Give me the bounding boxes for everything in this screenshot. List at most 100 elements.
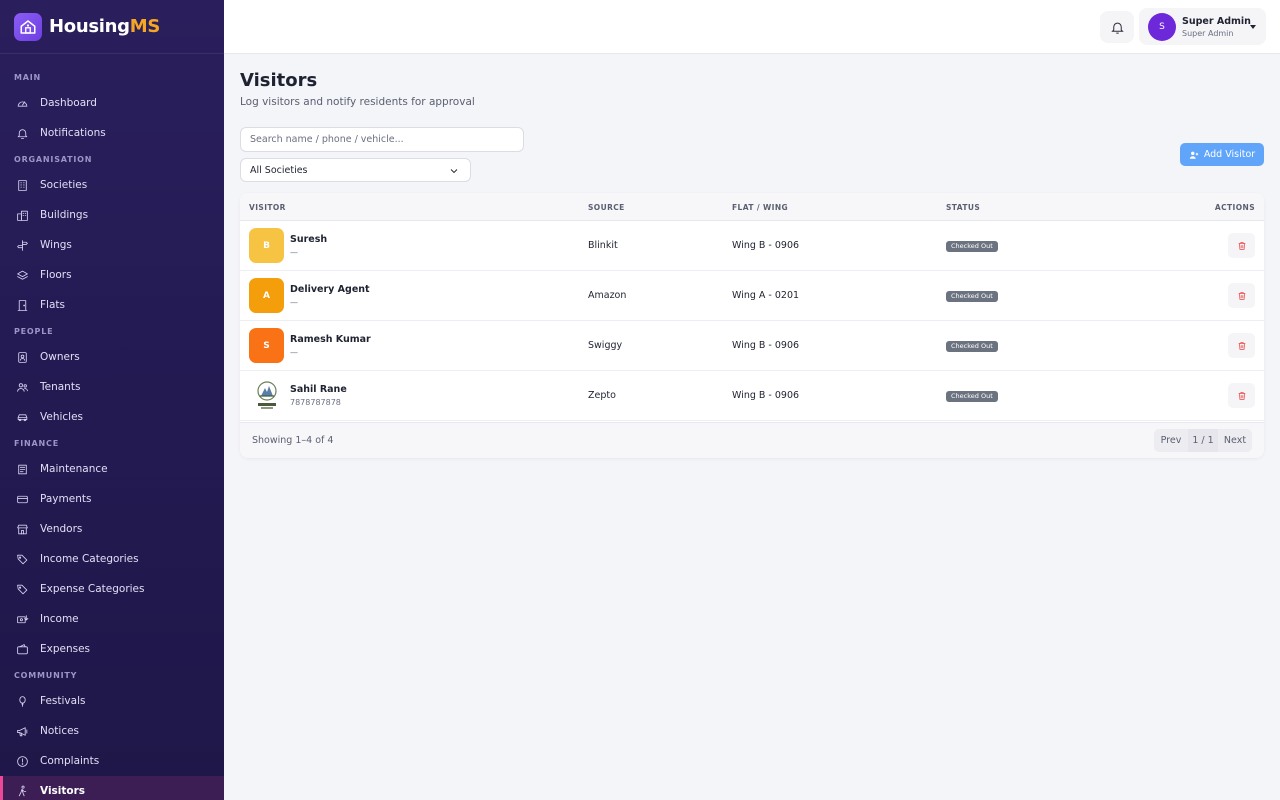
sidebar: HousingMS MAIN Dashboard Notifications O… [0,0,224,800]
sidebar-item-expense-categories[interactable]: Expense Categories [0,574,224,604]
brand-name: HousingMS [49,16,161,37]
delete-button[interactable] [1228,283,1255,308]
status-badge: Checked Out [946,241,998,252]
status-badge: Checked Out [946,391,998,402]
bell-icon [1110,22,1124,34]
column-header-flat: FLAT / WING [732,203,789,212]
column-header-source: SOURCE [588,203,625,212]
trash-icon [1238,241,1245,250]
sidebar-item-expenses[interactable]: Expenses [0,634,224,664]
column-header-status: STATUS [946,203,981,212]
sidebar-item-flats[interactable]: Flats [0,290,224,320]
table-row[interactable]: S Ramesh Kumar — Swiggy Wing B - 0906 Ch… [240,321,1264,371]
sidebar-item-label: Visitors [40,785,86,797]
table-row[interactable]: Sahil Rane 7878787878 Zepto Wing B - 090… [240,371,1264,421]
section-title-finance: FINANCE [14,439,59,448]
tags-icon [17,554,28,564]
visitor-avatar: S [249,328,284,363]
section-title-people: PEOPLE [14,327,54,336]
sidebar-item-payments[interactable]: Payments [0,484,224,514]
brand[interactable]: HousingMS [0,0,224,54]
sidebar-item-tenants[interactable]: Tenants [0,372,224,402]
next-page-button[interactable]: Next [1218,429,1252,452]
visitor-name: Ramesh Kumar [290,334,371,345]
sidebar-item-label: Societies [40,179,88,191]
sidebar-item-label: Floors [40,269,72,281]
balloon-icon [19,695,26,707]
sidebar-item-label: Income [40,613,79,625]
sidebar-item-label: Tenants [40,381,81,393]
society-filter-value: All Societies [250,164,308,176]
table-footer: Showing 1–4 of 4 Prev 1 / 1 Next [240,422,1264,458]
sidebar-item-income-categories[interactable]: Income Categories [0,544,224,574]
door-icon [17,299,28,311]
sidebar-item-label: Wings [40,239,72,251]
sidebar-item-label: Notifications [40,127,106,139]
sidebar-item-maintenance[interactable]: Maintenance [0,454,224,484]
table-row[interactable]: A Delivery Agent — Amazon Wing A - 0201 … [240,271,1264,321]
visitor-name: Suresh [290,234,328,245]
add-visitor-label: Add Visitor [1203,149,1256,160]
page-title: Visitors [240,70,318,91]
status-badge: Checked Out [946,291,998,302]
pagination-summary: Showing 1–4 of 4 [252,435,334,446]
receipt-icon [18,464,27,474]
page-subtitle: Log visitors and notify residents for ap… [240,96,475,108]
users-icon [17,382,28,392]
sidebar-item-notifications[interactable]: Notifications [0,118,224,148]
sidebar-item-complaints[interactable]: Complaints [0,746,224,776]
sidebar-item-festivals[interactable]: Festivals [0,686,224,716]
trash-icon [1238,291,1245,300]
user-menu[interactable]: S Super Admin Super Admin [1139,8,1266,45]
caret-down-icon [1250,25,1256,29]
trash-icon [1238,341,1245,350]
wallet-icon [17,643,28,654]
megaphone-icon [17,726,28,736]
sidebar-item-wings[interactable]: Wings [0,230,224,260]
sidebar-item-label: Owners [40,351,80,363]
sidebar-item-societies[interactable]: Societies [0,170,224,200]
alert-circle-icon [17,755,28,767]
notifications-button[interactable] [1100,11,1134,43]
sidebar-item-buildings[interactable]: Buildings [0,200,224,230]
prev-page-button[interactable]: Prev [1154,429,1188,452]
chevron-down-icon [450,169,458,174]
delete-button[interactable] [1228,233,1255,258]
sidebar-item-label: Expenses [40,643,91,655]
visitor-phone: — [290,348,298,357]
column-header-actions: ACTIONS [1214,203,1255,212]
car-icon [17,413,28,421]
sidebar-item-floors[interactable]: Floors [0,260,224,290]
topbar: S Super Admin Super Admin [224,0,1280,54]
trash-icon [1238,391,1245,400]
delete-button[interactable] [1228,333,1255,358]
avatar: S [1148,12,1176,41]
sidebar-nav: MAIN Dashboard Notifications ORGANISATIO… [0,54,224,800]
status-badge: Checked Out [946,341,998,352]
city-icon [17,210,28,221]
sidebar-item-owners[interactable]: Owners [0,342,224,372]
sidebar-item-label: Expense Categories [40,583,145,595]
money-in-icon [17,614,29,623]
sidebar-item-dashboard[interactable]: Dashboard [0,88,224,118]
visitors-table: VISITOR SOURCE FLAT / WING STATUS ACTION… [240,193,1264,458]
user-role: Super Admin [1182,28,1234,38]
sidebar-item-notices[interactable]: Notices [0,716,224,746]
society-filter-select[interactable]: All Societies [240,158,471,182]
photo-logo-icon [256,380,277,409]
sidebar-item-visitors[interactable]: Visitors [0,776,224,800]
sidebar-item-vehicles[interactable]: Vehicles [0,402,224,432]
store-icon [17,524,28,534]
visitor-photo [249,378,284,413]
delete-button[interactable] [1228,383,1255,408]
table-row[interactable]: B Suresh — Blinkit Wing B - 0906 Checked… [240,221,1264,271]
gauge-icon [17,100,28,107]
sidebar-item-income[interactable]: Income [0,604,224,634]
sidebar-item-vendors[interactable]: Vendors [0,514,224,544]
visitor-name: Delivery Agent [290,284,370,295]
visitor-source: Amazon [588,290,627,301]
visitor-phone: 7878787878 [290,398,341,407]
sidebar-item-label: Income Categories [40,553,139,565]
add-visitor-button[interactable]: Add Visitor [1180,143,1264,166]
search-input[interactable] [240,127,524,152]
